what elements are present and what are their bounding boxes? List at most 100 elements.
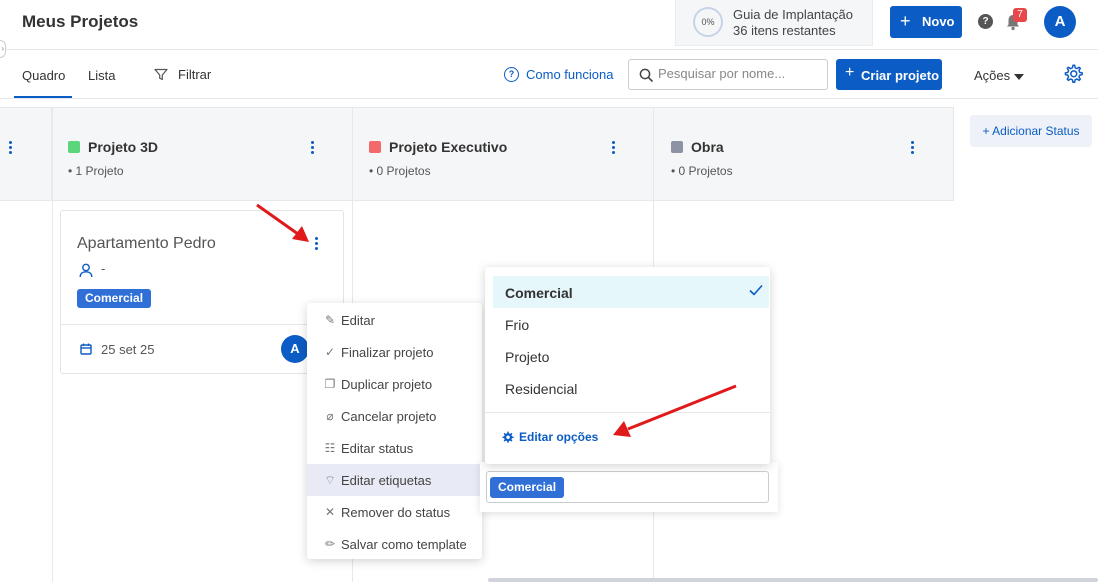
card-assignee-avatar[interactable]: A <box>281 335 309 363</box>
menu-item-salvar-como-template[interactable]: ✏ Salvar como template <box>307 528 482 560</box>
actions-label: Ações <box>974 68 1011 83</box>
menu-item-label: Editar etiquetas <box>341 473 432 488</box>
board-toolbar: Quadro Lista Filtrar ? Como funciona + C… <box>0 50 1098 99</box>
card-divider <box>61 324 343 325</box>
card-due-date: 25 set 25 <box>101 342 155 357</box>
menu-item-label: Editar <box>341 313 375 328</box>
filter-label: Filtrar <box>178 67 212 82</box>
menu-item-label: Duplicar projeto <box>341 377 433 392</box>
top-header: › Meus Projetos 0% Guia de Implantação 3… <box>0 0 1098 58</box>
plus-icon: + <box>900 11 911 31</box>
guide-progress-ring: 0% <box>693 7 723 37</box>
column-menu-kebab-icon[interactable] <box>310 140 316 156</box>
gear-icon[interactable] <box>1062 63 1084 85</box>
edit-options-label: Editar opções <box>519 430 599 444</box>
horizontal-scrollbar[interactable] <box>488 578 1098 582</box>
menu-item-remover-do-status[interactable]: ✕ Remover do status <box>307 496 482 528</box>
create-project-label: Criar projeto <box>861 68 940 83</box>
tag-option-label: Frio <box>505 317 530 333</box>
card-responsible: - <box>101 261 106 276</box>
board-column-header-obra: Obra • 0 Projetos <box>653 107 954 201</box>
tag-icon: ⌔ <box>324 473 336 487</box>
tag-option-projeto[interactable]: Projeto <box>493 340 769 372</box>
menu-item-label: Remover do status <box>341 505 451 520</box>
status-color-swatch <box>68 141 80 153</box>
tag-option-frio[interactable]: Frio <box>493 308 769 340</box>
tag-option-label: Comercial <box>505 285 573 301</box>
tag-select-field[interactable]: Comercial <box>486 471 769 503</box>
filter-icon <box>154 68 168 81</box>
menu-item-label: Cancelar projeto <box>341 409 437 424</box>
board-column-header-projeto-executivo: Projeto Executivo • 0 Projetos <box>352 107 654 201</box>
add-status-button[interactable]: + Adicionar Status <box>970 115 1092 147</box>
column-count-text: 0 Projetos <box>376 164 431 178</box>
check-icon <box>749 284 763 296</box>
column-menu-kebab-icon[interactable] <box>611 140 617 156</box>
column-title: Obra <box>691 139 724 155</box>
gear-icon <box>502 431 514 443</box>
tab-quadro[interactable]: Quadro <box>22 68 65 83</box>
page-title: Meus Projetos <box>22 12 139 31</box>
card-menu-kebab-icon[interactable] <box>314 236 320 252</box>
column-count-text: 1 Projeto <box>75 164 124 178</box>
column-count: • 0 Projetos <box>671 164 733 178</box>
project-context-menu: ✎ Editar ✓ Finalizar projeto ❐ Duplicar … <box>307 303 482 559</box>
tag-options-dropdown: Comercial Frio Projeto Residencial Edita… <box>485 267 770 464</box>
menu-item-editar-etiquetas[interactable]: ⌔ Editar etiquetas <box>307 464 482 496</box>
column-count: • 0 Projetos <box>369 164 431 178</box>
menu-item-cancelar-projeto[interactable]: ⌀ Cancelar projeto <box>307 400 482 432</box>
menu-item-label: Salvar como template <box>341 537 467 552</box>
actions-dropdown[interactable]: Ações <box>974 68 1025 83</box>
user-avatar[interactable]: A <box>1044 6 1076 38</box>
dropdown-divider <box>485 412 770 413</box>
tag-option-residencial[interactable]: Residencial <box>493 372 769 404</box>
active-tab-indicator <box>14 96 72 98</box>
status-color-swatch <box>369 141 381 153</box>
how-it-works-label: Como funciona <box>526 67 614 82</box>
search-icon <box>639 68 653 82</box>
menu-item-label: Finalizar projeto <box>341 345 434 360</box>
column-title: Projeto 3D <box>88 139 159 155</box>
column-count: • 1 Projeto <box>68 164 124 178</box>
column-count-text: 0 Projetos <box>678 164 733 178</box>
notification-count-badge: 7 <box>1013 8 1027 22</box>
selected-tag-chip[interactable]: Comercial <box>490 477 565 498</box>
new-button[interactable]: + Novo <box>890 6 962 38</box>
tag-option-label: Projeto <box>505 349 550 365</box>
check-icon: ✓ <box>324 345 336 359</box>
close-icon: ✕ <box>324 505 336 519</box>
search-input[interactable] <box>658 66 823 81</box>
person-icon <box>79 263 93 278</box>
menu-item-label: Editar status <box>341 441 414 456</box>
status-icon: ☷ <box>324 441 336 455</box>
tag-option-label: Residencial <box>505 381 578 397</box>
tag-option-comercial[interactable]: Comercial <box>493 276 769 308</box>
project-card-title: Apartamento Pedro <box>77 235 216 252</box>
implementation-guide[interactable]: 0% Guia de Implantação 36 itens restante… <box>675 0 873 46</box>
menu-item-duplicar-projeto[interactable]: ❐ Duplicar projeto <box>307 368 482 400</box>
pencil-icon: ✏ <box>324 537 336 551</box>
status-color-swatch <box>671 141 683 153</box>
new-button-label: Novo <box>922 14 955 29</box>
menu-item-editar[interactable]: ✎ Editar <box>307 304 482 336</box>
tab-lista[interactable]: Lista <box>88 68 115 83</box>
copy-icon: ❐ <box>324 377 336 391</box>
project-card[interactable]: Apartamento Pedro - Comercial 25 set 25 … <box>60 210 344 374</box>
calendar-icon <box>80 343 92 355</box>
menu-item-finalizar-projeto[interactable]: ✓ Finalizar projeto <box>307 336 482 368</box>
create-project-button[interactable]: + Criar projeto <box>836 59 942 90</box>
board-column-header-projeto-3d: Projeto 3D • 1 Projeto <box>52 107 353 201</box>
menu-item-editar-status[interactable]: ☷ Editar status <box>307 432 482 464</box>
column-menu-kebab-icon[interactable] <box>910 140 916 156</box>
guide-remaining: 36 itens restantes <box>733 23 836 38</box>
cancel-icon: ⌀ <box>326 409 334 423</box>
column-title: Projeto Executivo <box>389 139 508 155</box>
column-divider <box>52 201 53 582</box>
column-menu-kebab-icon[interactable] <box>8 140 14 156</box>
search-box[interactable] <box>628 59 828 90</box>
question-circle-icon: ? <box>504 67 519 82</box>
plus-icon: + <box>845 64 855 81</box>
tag-chip: Comercial <box>77 289 152 308</box>
help-icon[interactable]: ? <box>978 14 993 29</box>
guide-title: Guia de Implantação <box>733 7 853 22</box>
